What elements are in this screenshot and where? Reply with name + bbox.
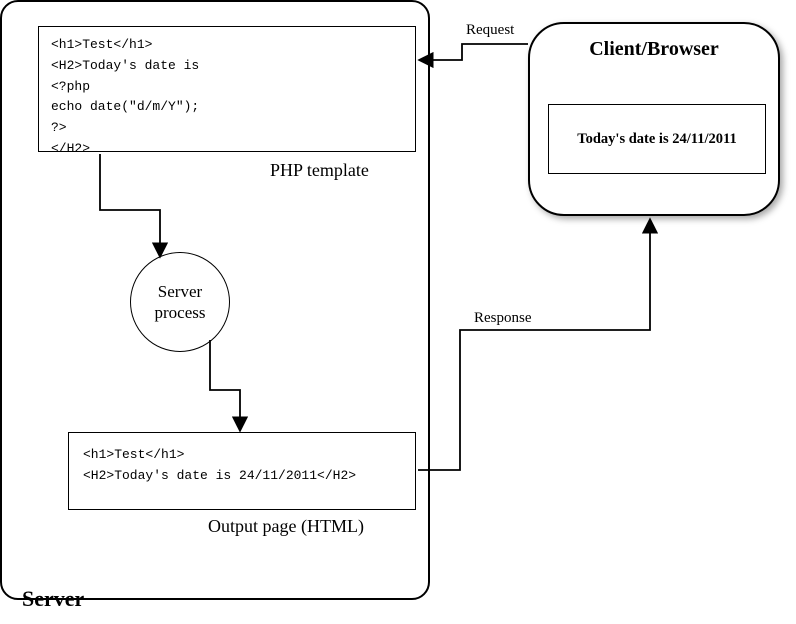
client-rendered-output: Today's date is 24/11/2011: [548, 104, 766, 174]
template-line: <H2>Today's date is: [51, 56, 403, 77]
edge-label-response: Response: [474, 310, 532, 327]
server-process-node: Server process: [130, 252, 230, 352]
server-label: Server: [22, 586, 84, 612]
arrow-request: [420, 44, 528, 60]
php-template-box: <h1>Test</h1> <H2>Today's date is <?php …: [38, 26, 416, 152]
client-browser-label: Client/Browser: [589, 38, 719, 61]
output-line: <H2>Today's date is 24/11/2011</H2>: [83, 466, 401, 487]
edge-label-request: Request: [466, 22, 514, 39]
template-line: ?>: [51, 118, 403, 139]
php-template-label: PHP template: [270, 160, 369, 181]
template-line: <h1>Test</h1>: [51, 35, 403, 56]
template-line: <?php: [51, 77, 403, 98]
output-html-box: <h1>Test</h1> <H2>Today's date is 24/11/…: [68, 432, 416, 510]
output-html-label: Output page (HTML): [208, 516, 364, 537]
server-process-label: Server process: [155, 281, 206, 324]
arrow-response: [418, 220, 650, 470]
template-line: echo date("d/m/Y");: [51, 97, 403, 118]
output-line: <h1>Test</h1>: [83, 445, 401, 466]
client-browser-container: Client/Browser Today's date is 24/11/201…: [528, 22, 780, 216]
client-rendered-text: Today's date is 24/11/2011: [577, 131, 736, 148]
template-line: </H2>: [51, 139, 403, 160]
